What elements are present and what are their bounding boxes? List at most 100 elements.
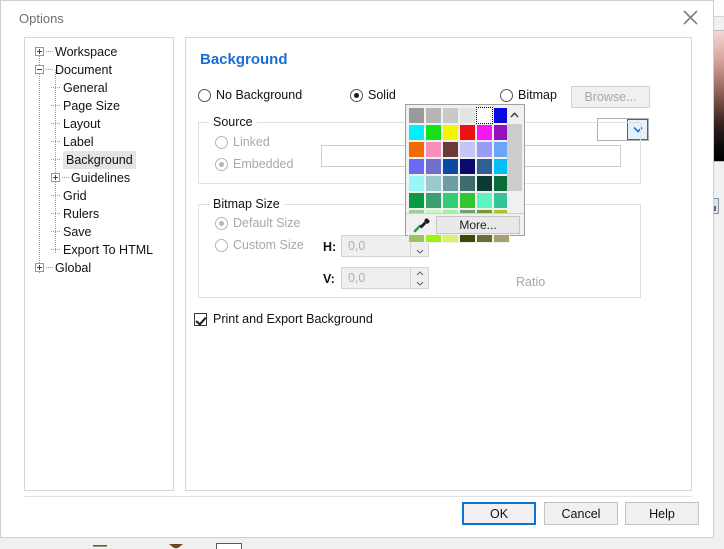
- options-tree[interactable]: Workspace Document General Page Size Layout L…: [24, 37, 174, 491]
- color-swatch[interactable]: [442, 124, 459, 141]
- eyedropper-icon[interactable]: [410, 216, 434, 234]
- tree-item-general[interactable]: General: [25, 79, 173, 97]
- color-swatch[interactable]: [425, 175, 442, 192]
- tree-item-label: Label: [63, 135, 94, 149]
- color-swatch[interactable]: [442, 175, 459, 192]
- palette-footer: More...: [406, 213, 524, 235]
- radio-solid[interactable]: Solid: [350, 88, 396, 102]
- expand-icon[interactable]: [51, 173, 60, 182]
- help-button[interactable]: Help: [625, 502, 699, 525]
- color-swatch[interactable]: [425, 124, 442, 141]
- tree-item-label: Grid: [63, 189, 87, 203]
- radio-linked-label: Linked: [233, 135, 270, 149]
- radio-custom-size[interactable]: Custom Size: [215, 238, 304, 252]
- chevron-up-icon[interactable]: [411, 268, 428, 278]
- taskbar-minimize-icon[interactable]: [92, 543, 108, 548]
- close-icon[interactable]: [667, 1, 713, 33]
- color-swatch[interactable]: [476, 124, 493, 141]
- tree-item-page-size[interactable]: Page Size: [25, 97, 173, 115]
- color-swatch[interactable]: [408, 141, 425, 158]
- color-swatch[interactable]: [442, 141, 459, 158]
- taskbar-window-icon[interactable]: [216, 543, 242, 549]
- color-swatch[interactable]: [459, 107, 476, 124]
- color-swatch[interactable]: [408, 107, 425, 124]
- radio-default-size[interactable]: Default Size: [215, 216, 300, 230]
- color-swatch[interactable]: [408, 192, 425, 209]
- color-swatch[interactable]: [459, 192, 476, 209]
- cancel-button[interactable]: Cancel: [544, 502, 618, 525]
- tree-item-document[interactable]: Document: [25, 61, 173, 79]
- palette-scroll-thumb[interactable]: [507, 124, 522, 191]
- browse-button[interactable]: Browse...: [571, 86, 650, 108]
- source-group-title: Source: [209, 115, 257, 129]
- tree-item-save[interactable]: Save: [25, 223, 173, 241]
- color-swatch[interactable]: [476, 192, 493, 209]
- color-swatch[interactable]: [442, 192, 459, 209]
- expand-icon[interactable]: [35, 47, 44, 56]
- color-swatch[interactable]: [442, 107, 459, 124]
- keep-ratio-label: Ratio: [516, 275, 546, 289]
- color-palette-dropdown[interactable]: More...: [405, 104, 525, 243]
- tree-item-global[interactable]: Global: [25, 259, 173, 277]
- tree-item-layout[interactable]: Layout: [25, 115, 173, 133]
- tree-item-background[interactable]: Background: [25, 151, 173, 169]
- color-swatch[interactable]: [459, 124, 476, 141]
- tree-item-rulers[interactable]: Rulers: [25, 205, 173, 223]
- radio-embedded-label: Embedded: [233, 157, 294, 171]
- radio-no-background-label: No Background: [216, 88, 303, 102]
- options-dialog: Options Workspace Document General Page Siz…: [0, 0, 714, 538]
- color-swatch[interactable]: [459, 158, 476, 175]
- collapse-icon[interactable]: [35, 65, 44, 74]
- color-swatch[interactable]: [476, 175, 493, 192]
- radio-no-background[interactable]: No Background: [198, 88, 302, 102]
- height-label: H:: [323, 240, 337, 254]
- vertical-stepper[interactable]: [410, 268, 428, 288]
- print-export-background-label: Print and Export Background: [213, 312, 373, 326]
- tree-connector: [51, 159, 61, 160]
- chevron-down-icon[interactable]: [411, 246, 428, 256]
- tree-item-guidelines[interactable]: Guidelines: [25, 169, 173, 187]
- color-swatch[interactable]: [476, 158, 493, 175]
- tree-item-grid[interactable]: Grid: [25, 187, 173, 205]
- color-swatch[interactable]: [459, 141, 476, 158]
- color-swatch[interactable]: [476, 141, 493, 158]
- color-swatch[interactable]: [408, 124, 425, 141]
- tree-item-export-to-html[interactable]: Export To HTML: [25, 241, 173, 259]
- ok-button[interactable]: OK: [462, 502, 536, 525]
- color-swatch[interactable]: [425, 158, 442, 175]
- vertical-label: V:: [323, 272, 335, 286]
- tree-item-workspace[interactable]: Workspace: [25, 43, 173, 61]
- radio-default-size-indicator: [215, 216, 228, 230]
- tree-item-label: Guidelines: [71, 171, 131, 185]
- radio-bitmap[interactable]: Bitmap: [500, 88, 557, 102]
- more-colors-button[interactable]: More...: [436, 216, 520, 234]
- print-export-background-checkbox[interactable]: Print and Export Background: [194, 312, 373, 326]
- color-swatch[interactable]: [476, 107, 493, 124]
- color-swatch[interactable]: [425, 192, 442, 209]
- tree-inner: Workspace Document General Page Size Layout L…: [25, 38, 173, 277]
- color-swatch[interactable]: [408, 175, 425, 192]
- radio-embedded[interactable]: Embedded: [215, 157, 293, 171]
- radio-bitmap-label: Bitmap: [518, 88, 557, 102]
- color-swatch[interactable]: [459, 175, 476, 192]
- chevron-down-icon[interactable]: [411, 278, 428, 288]
- chevron-up-icon[interactable]: [507, 107, 522, 122]
- color-swatch[interactable]: [425, 141, 442, 158]
- taskbar-shape-icon[interactable]: [168, 543, 184, 549]
- radio-default-size-label: Default Size: [233, 216, 301, 230]
- color-swatch[interactable]: [408, 158, 425, 175]
- dialog-titlebar[interactable]: Options: [1, 1, 713, 37]
- radio-custom-size-label: Custom Size: [233, 238, 304, 252]
- tree-item-label: Global: [55, 261, 92, 275]
- radio-linked[interactable]: Linked: [215, 135, 270, 149]
- tree-connector: [46, 267, 53, 268]
- vertical-input[interactable]: 0,0: [341, 267, 429, 289]
- tree-connector: [51, 231, 61, 232]
- expand-icon[interactable]: [35, 263, 44, 272]
- color-swatch[interactable]: [442, 158, 459, 175]
- color-swatch[interactable]: [425, 107, 442, 124]
- screen: M Options WorkspaceDocumentGeneralPage S…: [0, 0, 724, 549]
- tree-item-label: Document: [55, 63, 112, 77]
- tree-item-label[interactable]: Label: [25, 133, 173, 151]
- tree-item-label: Save: [63, 225, 92, 239]
